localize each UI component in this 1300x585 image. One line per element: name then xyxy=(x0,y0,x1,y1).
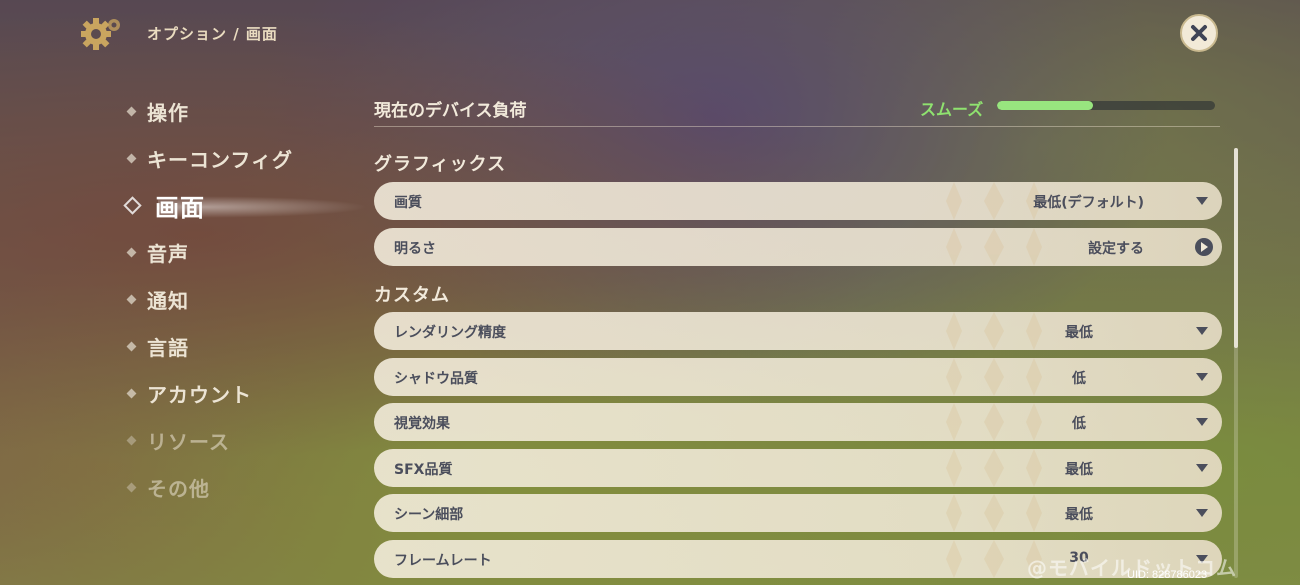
setting-sfx-quality[interactable]: SFX品質 最低 xyxy=(374,449,1222,487)
scrollbar-thumb[interactable] xyxy=(1234,148,1238,348)
device-load-row: 現在のデバイス負荷 スムーズ xyxy=(374,88,1220,127)
settings-scrollbar[interactable] xyxy=(1234,148,1238,578)
bullet-icon xyxy=(126,388,137,399)
close-button[interactable] xyxy=(1180,14,1218,52)
sidebar-item-label: 通知 xyxy=(147,289,189,313)
arrow-right-icon xyxy=(1195,238,1213,256)
breadcrumb: オプション / 画面 xyxy=(147,25,278,43)
setting-visual-effects[interactable]: 視覚効果 低 xyxy=(374,403,1222,441)
chevron-down-icon xyxy=(1196,509,1208,517)
setting-render-resolution[interactable]: レンダリング精度 最低 xyxy=(374,312,1222,350)
bullet-icon xyxy=(126,247,137,258)
sidebar-item-label: キーコンフィグ xyxy=(147,148,293,172)
sidebar-item-label: その他 xyxy=(147,477,210,501)
setting-name: 画質 xyxy=(394,195,422,211)
sidebar-item-label: 音声 xyxy=(147,242,189,266)
setting-value: 最低 xyxy=(1065,462,1093,478)
bullet-icon xyxy=(126,294,137,305)
device-load-bar xyxy=(997,101,1215,110)
bullet-icon xyxy=(126,482,137,493)
setting-name: SFX品質 xyxy=(394,462,453,478)
setting-name: レンダリング精度 xyxy=(394,325,506,341)
setting-name: シャドウ品質 xyxy=(394,371,478,387)
sidebar-item-label: リソース xyxy=(147,430,230,454)
bullet-icon xyxy=(126,435,137,446)
sidebar-item-resources[interactable]: リソース xyxy=(126,417,368,464)
device-load-title: 現在のデバイス負荷 xyxy=(374,101,527,121)
bullet-icon xyxy=(126,153,137,164)
bullet-icon xyxy=(126,106,137,117)
setting-value: 設定する xyxy=(1088,241,1144,257)
device-load-bar-fill xyxy=(997,101,1093,110)
sidebar-item-other[interactable]: その他 xyxy=(126,464,368,511)
sidebar-item-key-config[interactable]: キーコンフィグ xyxy=(126,135,368,182)
chevron-down-icon xyxy=(1196,197,1208,205)
gear-icon xyxy=(81,18,120,50)
uid-label: UID: 828786023 xyxy=(1127,569,1208,581)
setting-shadow-quality[interactable]: シャドウ品質 低 xyxy=(374,358,1222,396)
active-glow xyxy=(158,196,368,218)
setting-quality[interactable]: 画質 最低(デフォルト) xyxy=(374,182,1222,220)
setting-name: シーン細部 xyxy=(394,507,464,523)
chevron-down-icon xyxy=(1196,327,1208,335)
chevron-down-icon xyxy=(1196,464,1208,472)
sidebar-item-account[interactable]: アカウント xyxy=(126,370,368,417)
sidebar-item-audio[interactable]: 音声 xyxy=(126,229,368,276)
close-icon xyxy=(1191,25,1207,41)
setting-brightness[interactable]: 明るさ 設定する xyxy=(374,228,1222,266)
section-title-graphics: グラフィックス xyxy=(374,154,507,175)
sidebar-item-graphics[interactable]: 画面 xyxy=(123,182,368,229)
chevron-down-icon xyxy=(1196,373,1208,381)
setting-name: 明るさ xyxy=(394,241,436,257)
setting-value: 最低 xyxy=(1065,325,1093,341)
setting-name: 視覚効果 xyxy=(394,416,450,432)
bullet-icon xyxy=(126,341,137,352)
sidebar-item-notifications[interactable]: 通知 xyxy=(126,276,368,323)
setting-scene-detail[interactable]: シーン細部 最低 xyxy=(374,494,1222,532)
sidebar-item-controls[interactable]: 操作 xyxy=(126,88,368,135)
setting-value: 最低(デフォルト) xyxy=(1033,195,1144,211)
chevron-down-icon xyxy=(1196,418,1208,426)
device-load-status: スムーズ xyxy=(920,100,984,119)
sidebar-item-label: 言語 xyxy=(147,336,189,360)
setting-name: フレームレート xyxy=(394,553,492,569)
header: オプション / 画面 xyxy=(0,0,1300,70)
sidebar-item-label: 操作 xyxy=(147,101,189,125)
sidebar-item-language[interactable]: 言語 xyxy=(126,323,368,370)
setting-value: 低 xyxy=(1072,371,1086,387)
setting-value: 最低 xyxy=(1065,507,1093,523)
sidebar: 操作 キーコンフィグ 画面 音声 通知 言語 アカウント リソース その他 xyxy=(123,88,368,511)
setting-value: 低 xyxy=(1072,416,1086,432)
section-title-custom: カスタム xyxy=(374,285,450,306)
sidebar-item-label: アカウント xyxy=(147,383,252,407)
